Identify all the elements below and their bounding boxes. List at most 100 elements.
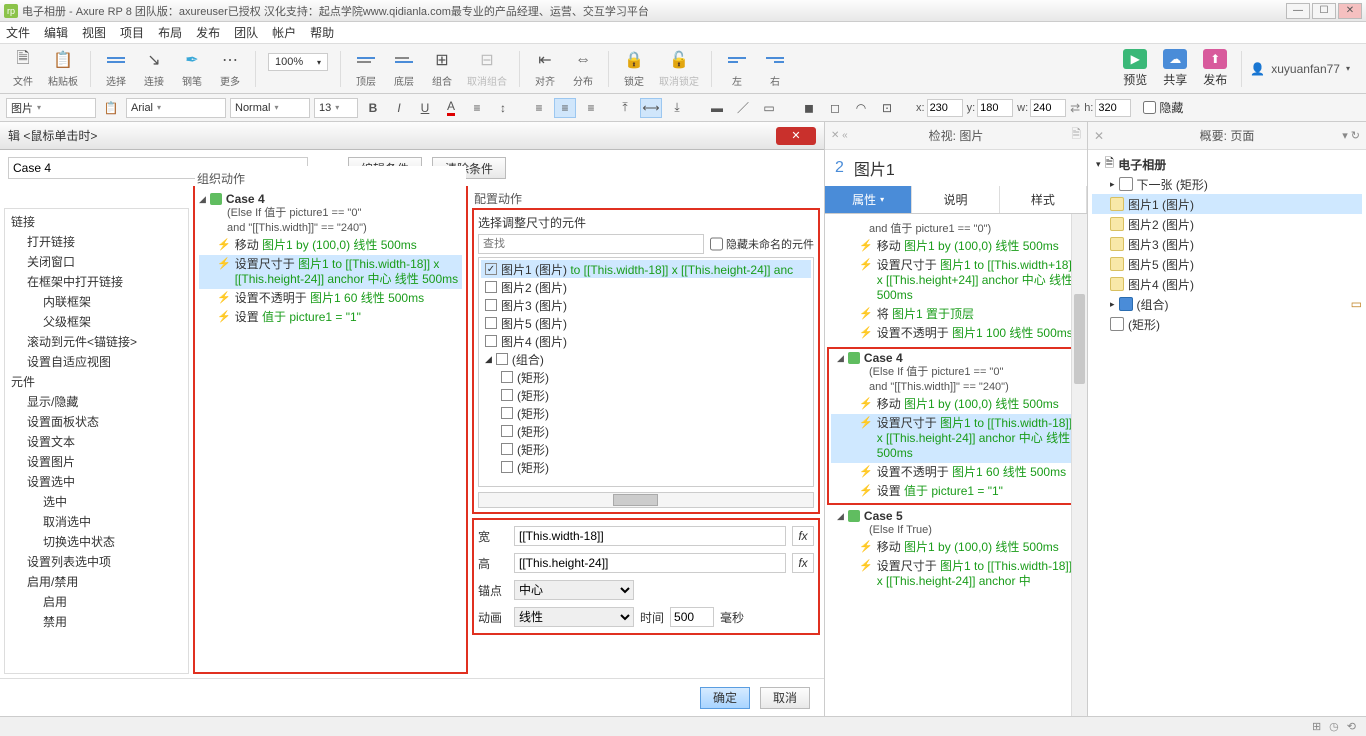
tb-align[interactable]: ⇤对齐 bbox=[528, 49, 562, 88]
tb-ungroup[interactable]: ⊟取消组合 bbox=[463, 49, 511, 88]
menu-view[interactable]: 视图 bbox=[82, 24, 106, 41]
align-center-button[interactable]: ≡ bbox=[554, 98, 576, 118]
font-color-button[interactable]: A bbox=[440, 98, 462, 118]
tb-share[interactable]: ☁共享 bbox=[1157, 49, 1193, 88]
menu-edit[interactable]: 编辑 bbox=[44, 24, 68, 41]
dialog-close-button[interactable]: ✕ bbox=[776, 127, 816, 145]
cfg-search-input[interactable] bbox=[478, 234, 704, 254]
padding-button[interactable]: ⊡ bbox=[876, 98, 898, 118]
bullet-button[interactable]: ≡ bbox=[466, 98, 488, 118]
font-size-combo[interactable]: 13▾ bbox=[314, 98, 358, 118]
outer-shadow-button[interactable]: ◼ bbox=[798, 98, 820, 118]
anim-select[interactable]: 线性 bbox=[514, 607, 634, 627]
cancel-button[interactable]: 取消 bbox=[760, 687, 810, 709]
status-icon[interactable]: ⊞ bbox=[1312, 720, 1321, 733]
minimize-button[interactable]: — bbox=[1286, 3, 1310, 19]
paste-style-icon[interactable]: 📋 bbox=[100, 98, 122, 118]
h-input[interactable] bbox=[1095, 99, 1131, 117]
tb-lock[interactable]: 🔒锁定 bbox=[617, 49, 651, 88]
action-library[interactable]: 链接 打开链接 关闭窗口 在框架中打开链接 内联框架 父级框架 滚动到元件<锚链… bbox=[4, 208, 189, 674]
style-toolbar: 图片▾ 📋 Arial▾ Normal▾ 13▾ B I U A ≡ ↕ ≡ ≡… bbox=[0, 94, 1366, 122]
inspector-body[interactable]: and 值于 picture1 == "0") ⚡移动 图片1 by (100,… bbox=[825, 214, 1087, 716]
organize-actions-header: 组织动作 bbox=[195, 166, 466, 188]
fill-button[interactable]: ▬ bbox=[706, 98, 728, 118]
status-icon3[interactable]: ⟲ bbox=[1347, 720, 1356, 733]
main-toolbar: 🗎文件 📋粘贴板 选择 ↘连接 ✒钢笔 ⋯更多 100%▾100% 顶层 底层 … bbox=[0, 44, 1366, 94]
hidden-checkbox[interactable]: 隐藏 bbox=[1143, 99, 1183, 116]
tb-more[interactable]: ⋯更多 bbox=[213, 49, 247, 88]
line-button[interactable]: ／ bbox=[732, 98, 754, 118]
line-spacing-button[interactable]: ↕ bbox=[492, 98, 514, 118]
menu-project[interactable]: 项目 bbox=[120, 24, 144, 41]
tb-pen[interactable]: ✒钢笔 bbox=[175, 49, 209, 88]
panel-doc-icon[interactable]: 🗎 bbox=[1071, 125, 1081, 146]
tb-zoom[interactable]: 100%▾100% bbox=[264, 53, 332, 84]
italic-button[interactable]: I bbox=[388, 98, 410, 118]
width-input[interactable] bbox=[514, 526, 786, 546]
ok-button[interactable]: 确定 bbox=[700, 687, 750, 709]
close-button[interactable]: ✕ bbox=[1338, 3, 1362, 19]
tb-group[interactable]: ⊞组合 bbox=[425, 49, 459, 88]
valign-top-button[interactable]: ⤒ bbox=[614, 98, 636, 118]
user-menu[interactable]: 👤xuyuanfan77▾ bbox=[1250, 62, 1360, 76]
tb-unlock[interactable]: 🔓取消锁定 bbox=[655, 49, 703, 88]
tb-publish[interactable]: ⬆发布 bbox=[1197, 49, 1233, 88]
height-input[interactable] bbox=[514, 553, 786, 573]
x-input[interactable] bbox=[927, 99, 963, 117]
y-input[interactable] bbox=[977, 99, 1013, 117]
width-fx-button[interactable]: fx bbox=[792, 526, 814, 546]
tb-right[interactable]: 右 bbox=[758, 49, 792, 88]
valign-bottom-button[interactable]: ⤓ bbox=[666, 98, 688, 118]
tb-paste[interactable]: 📋粘贴板 bbox=[44, 49, 82, 88]
configure-action-header: 配置动作 bbox=[472, 186, 820, 208]
align-right-button[interactable]: ≡ bbox=[580, 98, 602, 118]
tb-bottom[interactable]: 底层 bbox=[387, 49, 421, 88]
underline-button[interactable]: U bbox=[414, 98, 436, 118]
anchor-select[interactable]: 中心 bbox=[514, 580, 634, 600]
filter-icon[interactable]: ▾ ↻ bbox=[1342, 129, 1360, 142]
tb-select[interactable]: 选择 bbox=[99, 49, 133, 88]
inner-shadow-button[interactable]: ◻ bbox=[824, 98, 846, 118]
tab-properties[interactable]: 属性▾ bbox=[825, 186, 912, 213]
window-title: 电子相册 - Axure RP 8 团队版：axureuser已授权 汉化支持：… bbox=[22, 3, 1286, 19]
border-button[interactable]: ▭ bbox=[758, 98, 780, 118]
obj-index: 2 bbox=[835, 159, 844, 177]
menu-publish[interactable]: 发布 bbox=[196, 24, 220, 41]
tab-notes[interactable]: 说明 bbox=[912, 186, 999, 213]
panel-close-icon[interactable]: ✕ « bbox=[831, 130, 848, 141]
case-editor-dialog: 辑 <鼠标单击时> ✕ 编辑条件 清除条件 . 链接 打开链接 关闭窗口 在框架… bbox=[0, 122, 825, 716]
tb-connect[interactable]: ↘连接 bbox=[137, 49, 171, 88]
widget-tree[interactable]: ✓图片1 (图片) to [[This.width-18]] x [[This.… bbox=[478, 257, 814, 487]
valign-middle-button[interactable]: ⟷ bbox=[640, 98, 662, 118]
w-input[interactable] bbox=[1030, 99, 1066, 117]
tab-style[interactable]: 样式 bbox=[1000, 186, 1087, 213]
lock-aspect-icon[interactable]: ⇄ bbox=[1070, 101, 1080, 115]
organize-actions-list[interactable]: ◢Case 4 (Else If 值于 picture1 == "0" and … bbox=[195, 188, 466, 672]
tb-distribute[interactable]: ⇔分布 bbox=[566, 49, 600, 88]
menu-layout[interactable]: 布局 bbox=[158, 24, 182, 41]
corner-radius-button[interactable]: ◠ bbox=[850, 98, 872, 118]
font-weight-combo[interactable]: Normal▾ bbox=[230, 98, 310, 118]
hide-unnamed-checkbox[interactable]: 隐藏未命名的元件 bbox=[710, 234, 814, 254]
align-left-button[interactable]: ≡ bbox=[528, 98, 550, 118]
menu-file[interactable]: 文件 bbox=[6, 24, 30, 41]
maximize-button[interactable]: ☐ bbox=[1312, 3, 1336, 19]
inspector-vscrollbar[interactable] bbox=[1071, 214, 1087, 716]
tb-file[interactable]: 🗎文件 bbox=[6, 49, 40, 88]
element-type-combo[interactable]: 图片▾ bbox=[6, 98, 96, 118]
time-input[interactable] bbox=[670, 607, 714, 627]
tb-top[interactable]: 顶层 bbox=[349, 49, 383, 88]
menu-team[interactable]: 团队 bbox=[234, 24, 258, 41]
tb-left[interactable]: 左 bbox=[720, 49, 754, 88]
tree-hscrollbar[interactable] bbox=[478, 492, 814, 508]
bold-button[interactable]: B bbox=[362, 98, 384, 118]
inspector-title: 检视: 图片 bbox=[929, 127, 984, 144]
menu-account[interactable]: 帐户 bbox=[272, 24, 296, 41]
status-icon2[interactable]: ◷ bbox=[1329, 720, 1339, 733]
height-fx-button[interactable]: fx bbox=[792, 553, 814, 573]
font-combo[interactable]: Arial▾ bbox=[126, 98, 226, 118]
tb-preview[interactable]: ▶预览 bbox=[1117, 49, 1153, 88]
outline-tree[interactable]: ▾🗎电子相册 ▸下一张 (矩形) 图片1 (图片) 图片2 (图片) 图片3 (… bbox=[1088, 150, 1366, 716]
menu-help[interactable]: 帮助 bbox=[310, 24, 334, 41]
outline-close-icon[interactable]: ✕ bbox=[1094, 129, 1104, 143]
